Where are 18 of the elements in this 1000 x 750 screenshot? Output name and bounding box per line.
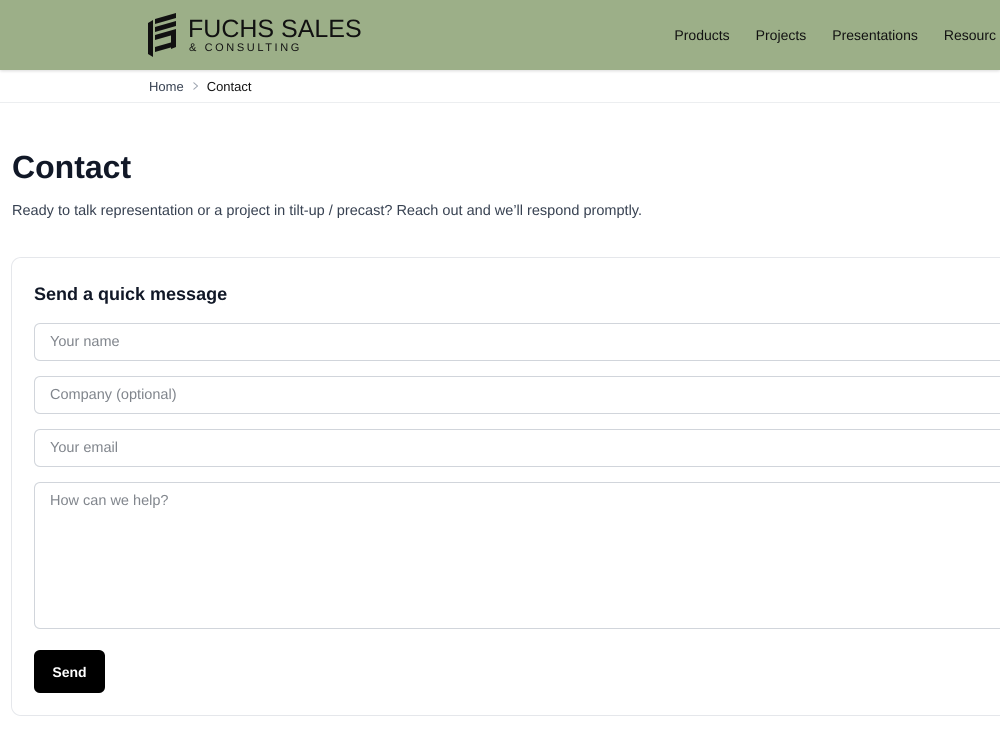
chevron-right-icon bbox=[192, 82, 198, 90]
nav-link[interactable]: Presentations bbox=[832, 27, 918, 43]
page-title: Contact bbox=[12, 148, 132, 187]
nav-link[interactable]: Projects bbox=[756, 27, 806, 43]
send-button[interactable]: Send bbox=[34, 650, 105, 693]
nav-link[interactable]: Products bbox=[674, 27, 730, 43]
input-field[interactable]: Company (optional) bbox=[34, 376, 1000, 414]
intro-text: Ready to talk representation or a project in tilt-up / precast? Reach out and we’ll respond promptly. bbox=[12, 202, 642, 221]
brand-name[interactable]: FUCHS SALES bbox=[188, 16, 362, 42]
brand-tagline: & CONSULTING bbox=[189, 42, 302, 54]
breadcrumb-current: Contact bbox=[206, 78, 252, 94]
form-title: Send a quick message bbox=[34, 283, 228, 306]
breadcrumb-link[interactable]: Home bbox=[149, 78, 184, 94]
message-field[interactable]: How can we help? bbox=[34, 482, 1000, 629]
logo-icon[interactable] bbox=[148, 13, 178, 57]
nav-link[interactable]: Resourc bbox=[944, 27, 996, 43]
input-field[interactable]: Your name bbox=[34, 323, 1000, 361]
input-field[interactable]: Your email bbox=[34, 429, 1000, 467]
